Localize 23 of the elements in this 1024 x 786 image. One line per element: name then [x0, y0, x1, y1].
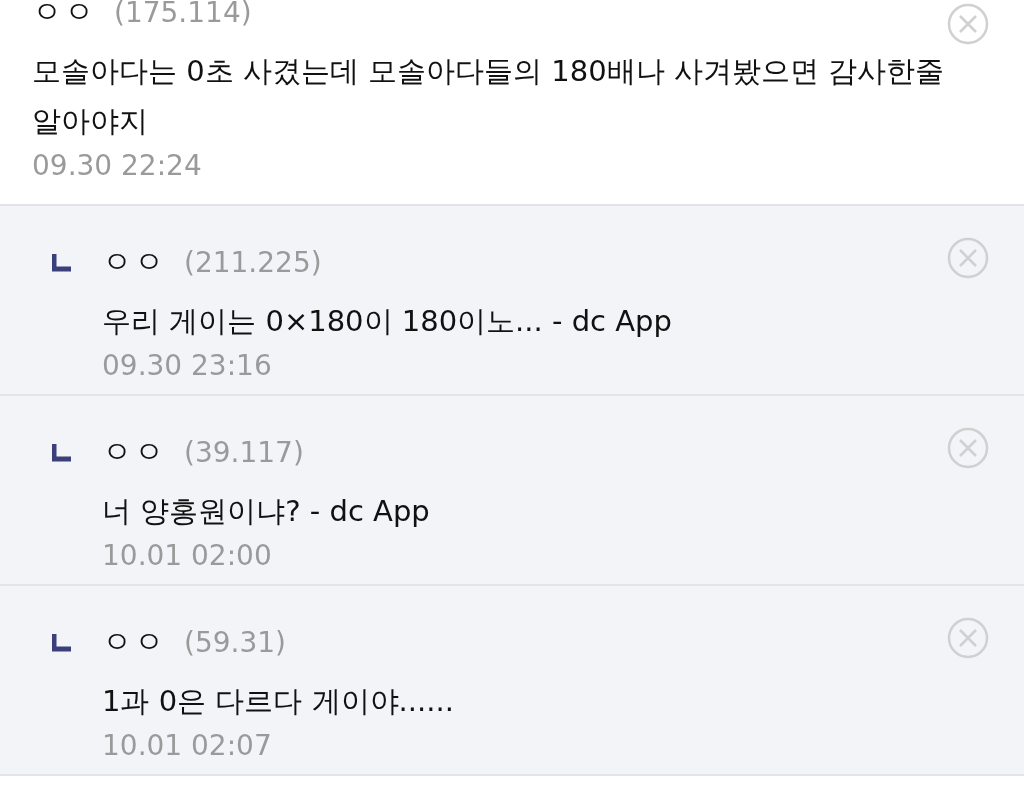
delete-button[interactable]: [946, 616, 990, 660]
reply-corner-icon: [52, 634, 72, 652]
author-name: ㅇㅇ: [32, 0, 96, 31]
delete-button[interactable]: [946, 2, 990, 46]
comment-date: 09.30 23:16: [102, 348, 273, 384]
comment-text: 너 양홍원이냐? - dc App: [102, 493, 431, 530]
author-name: ㅇㅇ: [102, 623, 166, 661]
comment-text: 1과 0은 다르다 게이야......: [102, 683, 455, 720]
reply-corner-icon: [52, 254, 72, 272]
ip-address: (175.114): [114, 0, 252, 29]
author-name: ㅇㅇ: [102, 243, 166, 281]
comment-date: 09.30 22:24: [32, 148, 203, 184]
delete-button[interactable]: [946, 236, 990, 280]
delete-button[interactable]: [946, 426, 990, 470]
comment-text: 모솔아다는 0초 사겼는데 모솔아다들의 180배나 사겨봤으면 감사한줄 알아야지: [32, 53, 946, 140]
ip-address: (211.225): [184, 246, 322, 279]
ip-address: (39.117): [184, 436, 304, 469]
comment-date: 10.01 02:07: [102, 728, 273, 764]
ip-address: (59.31): [184, 626, 286, 659]
author-name: ㅇㅇ: [102, 433, 166, 471]
comment-text: 우리 게이는 0×180이 180이노... - dc App: [102, 303, 673, 340]
reply-corner-icon: [52, 444, 72, 462]
comment-date: 10.01 02:00: [102, 538, 273, 574]
